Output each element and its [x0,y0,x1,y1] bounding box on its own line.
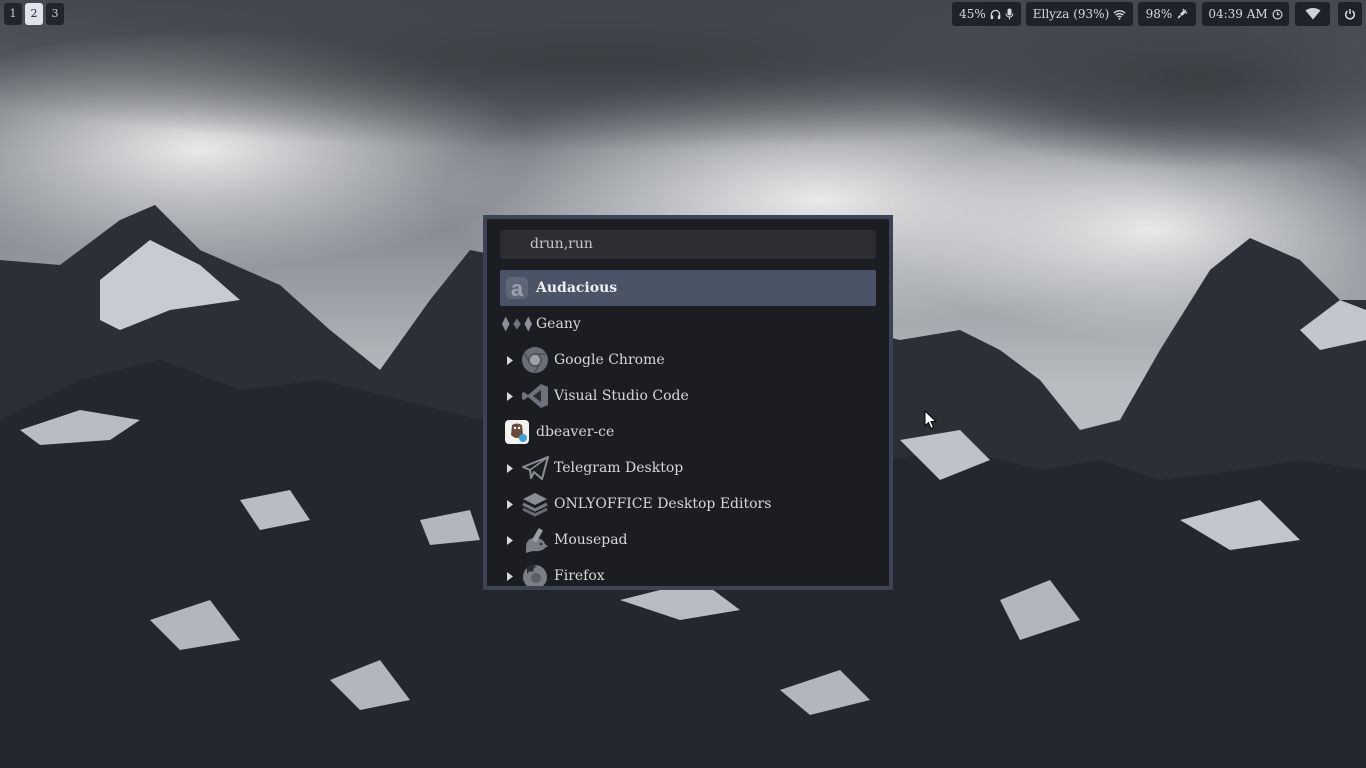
entry-label: Mousepad [554,532,628,548]
power-icon [1345,9,1355,20]
dbeaver-icon [502,417,532,447]
wifi-signal-icon [1305,8,1320,20]
onlyoffice-icon [520,489,550,519]
launcher-entry-telegram-desktop[interactable]: Telegram Desktop [500,450,876,486]
expand-arrow-icon[interactable] [500,571,520,581]
telegram-icon [520,453,550,483]
launcher-entry-geany[interactable]: Geany [500,306,876,342]
launcher-entry-onlyoffice[interactable]: ONLYOFFICE Desktop Editors [500,486,876,522]
entry-label: Firefox [554,568,605,584]
workspace-1[interactable]: 1 [4,3,22,25]
launcher-entry-audacious[interactable]: a Audacious [500,270,876,306]
workspace-switcher: 1 2 3 [4,3,64,25]
firefox-icon [520,561,550,586]
launcher-entry-dbeaver-ce[interactable]: dbeaver-ce [500,414,876,450]
wifi-icon [1113,9,1126,20]
entry-label: Audacious [536,280,618,296]
battery-indicator[interactable]: 98% [1138,2,1196,26]
entry-label: Visual Studio Code [554,388,689,404]
launcher-prompt: drun,run [530,236,593,252]
volume-label: 45% [959,7,986,21]
expand-arrow-icon[interactable] [500,355,520,365]
entry-label: dbeaver-ce [536,424,615,440]
entry-label: Telegram Desktop [554,460,684,476]
search-input[interactable]: drun,run [500,230,876,259]
expand-arrow-icon[interactable] [500,463,520,473]
vscode-icon [520,381,550,411]
expand-arrow-icon[interactable] [500,499,520,509]
workspace-3[interactable]: 3 [46,3,64,25]
power-button[interactable] [1338,2,1362,26]
microphone-icon [1005,8,1014,20]
launcher-entry-mousepad[interactable]: Mousepad [500,522,876,558]
entry-label: Geany [536,316,581,332]
volume-indicator[interactable]: 45% [952,2,1021,26]
app-launcher: drun,run a Audacious Geany Google Chrome… [483,215,893,590]
mousepad-icon [520,525,550,555]
svg-text:a: a [511,276,524,301]
chrome-icon [520,345,550,375]
headphones-icon [990,9,1001,19]
battery-label: 98% [1145,7,1173,21]
audacious-icon: a [502,273,532,303]
clock-indicator[interactable]: 04:39 AM [1202,2,1289,26]
expand-arrow-icon[interactable] [500,391,520,401]
clock-icon [1272,9,1283,19]
entry-label: Google Chrome [554,352,665,368]
launcher-entry-firefox[interactable]: Firefox [500,558,876,586]
workspace-2[interactable]: 2 [25,3,43,25]
bluetooth-device-label: Ellyza (93%) [1032,7,1110,21]
geany-icon [502,309,532,339]
plug-icon [1177,8,1188,19]
launcher-entry-google-chrome[interactable]: Google Chrome [500,342,876,378]
bluetooth-indicator[interactable]: Ellyza (93%) [1026,2,1133,26]
mouse-pointer-icon [924,410,937,430]
clock-label: 04:39 AM [1208,7,1268,21]
entry-label: ONLYOFFICE Desktop Editors [554,496,772,512]
launcher-entry-visual-studio-code[interactable]: Visual Studio Code [500,378,876,414]
expand-arrow-icon[interactable] [500,535,520,545]
network-button[interactable] [1295,2,1330,26]
